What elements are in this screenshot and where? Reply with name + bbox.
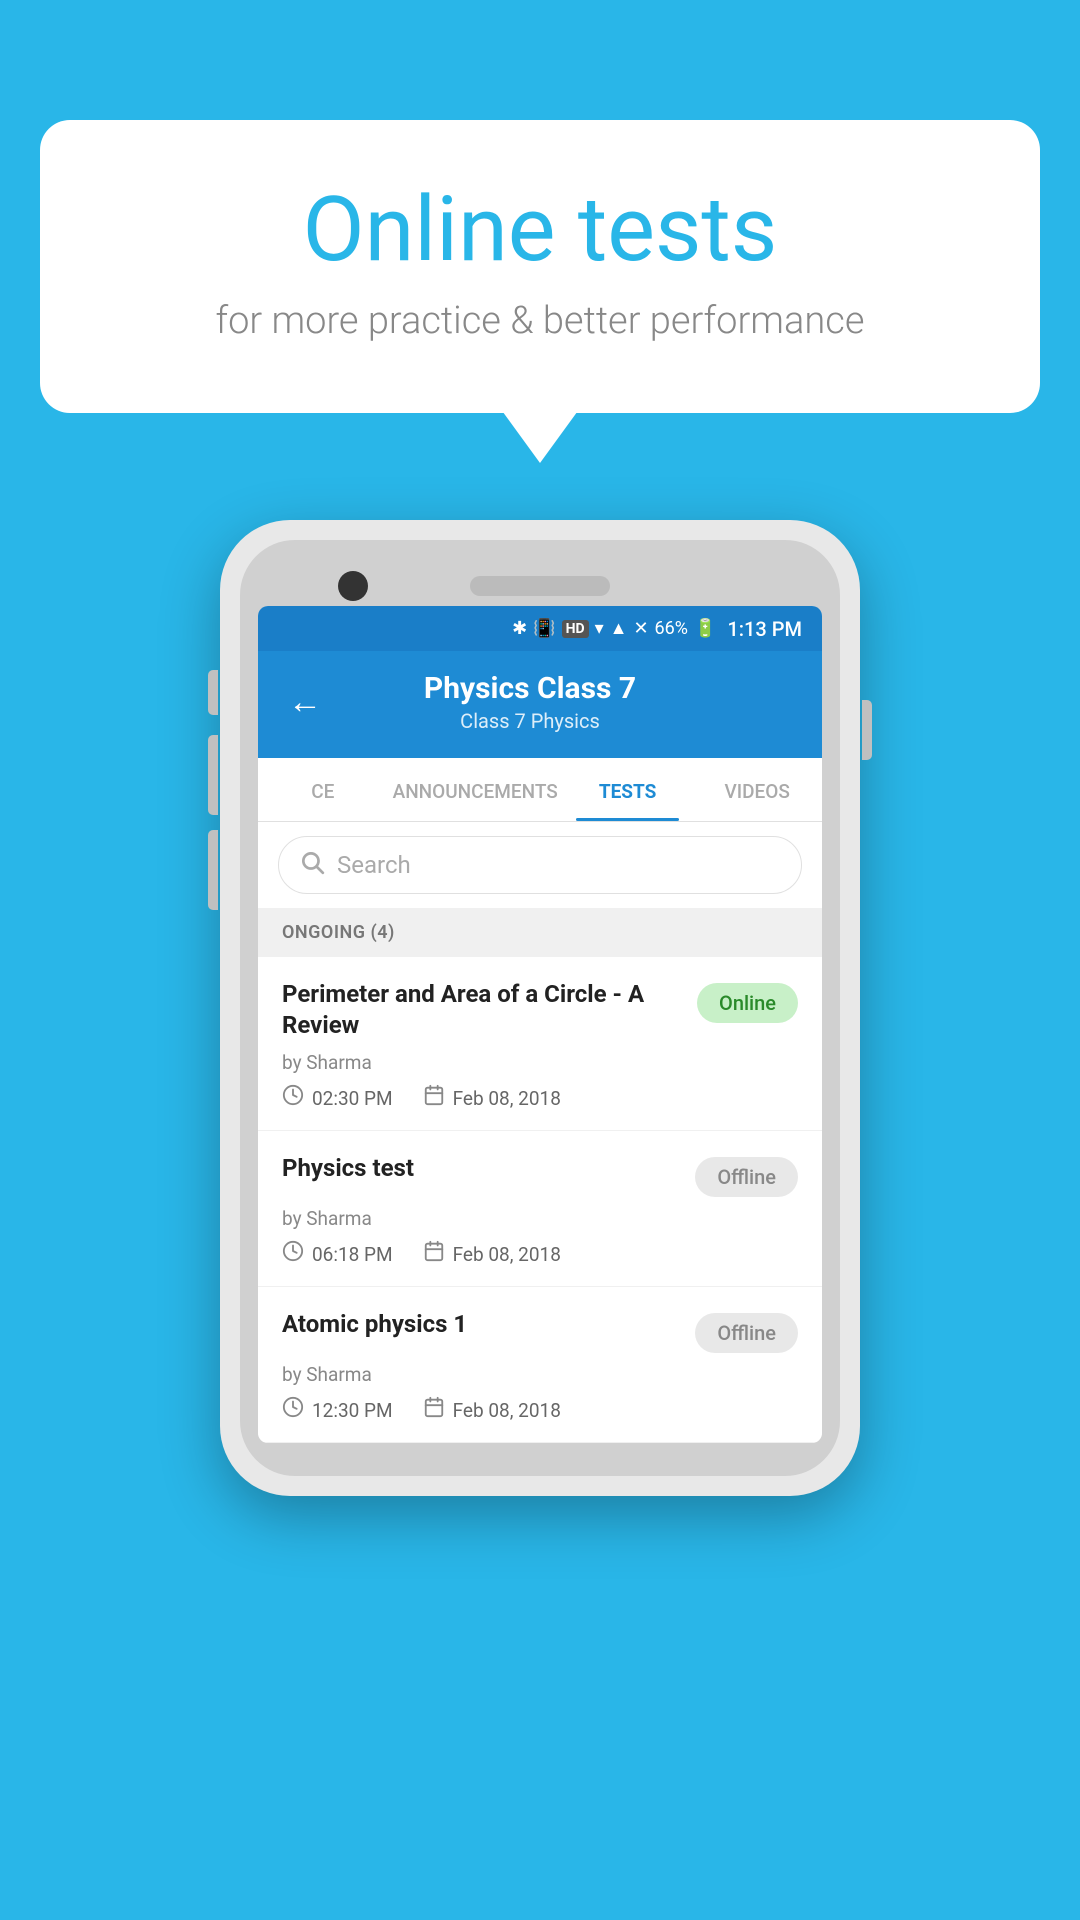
test-date: Feb 08, 2018 [423, 1396, 561, 1424]
test-author: by Sharma [282, 1051, 798, 1074]
phone-screen: ✱ 📳 HD ▾ ▲ ✕ 66% 🔋 1:13 PM ← P [258, 606, 822, 1443]
test-item[interactable]: Physics test Offline by Sharma [258, 1131, 822, 1287]
tab-announcements[interactable]: ANNOUNCEMENTS [388, 758, 563, 821]
clock-icon [282, 1084, 304, 1112]
test-time: 02:30 PM [282, 1084, 393, 1112]
speech-bubble: Online tests for more practice & better … [40, 120, 1040, 413]
bluetooth-icon: ✱ [512, 618, 527, 639]
volume-up-button [208, 735, 218, 815]
hd-icon: HD [562, 620, 589, 638]
test-item-header: Physics test Offline [282, 1153, 798, 1197]
test-time: 06:18 PM [282, 1240, 393, 1268]
test-time: 12:30 PM [282, 1396, 393, 1424]
test-item-header: Atomic physics 1 Offline [282, 1309, 798, 1353]
test-author: by Sharma [282, 1207, 798, 1230]
search-container: Search [258, 822, 822, 908]
bubble-subtitle: for more practice & better performance [120, 299, 960, 343]
search-bar[interactable]: Search [278, 836, 802, 894]
test-list: Perimeter and Area of a Circle - A Revie… [258, 957, 822, 1443]
tab-videos[interactable]: VIDEOS [692, 758, 822, 821]
test-date-value: Feb 08, 2018 [453, 1087, 561, 1110]
status-badge: Online [697, 983, 798, 1023]
test-meta: 02:30 PM [282, 1084, 798, 1112]
tabs-bar: CE ANNOUNCEMENTS TESTS VIDEOS [258, 758, 822, 822]
app-header: ← Physics Class 7 Class 7 Physics [258, 651, 822, 758]
wifi-icon: ▾ [595, 618, 604, 639]
test-title: Physics test [282, 1153, 695, 1184]
test-date-value: Feb 08, 2018 [453, 1399, 561, 1422]
status-badge: Offline [695, 1313, 798, 1353]
test-date: Feb 08, 2018 [423, 1240, 561, 1268]
calendar-icon [423, 1084, 445, 1112]
clock-icon [282, 1240, 304, 1268]
phone-top [258, 558, 822, 606]
test-date-value: Feb 08, 2018 [453, 1243, 561, 1266]
clock-icon [282, 1396, 304, 1424]
battery-percent: 66% [655, 618, 688, 639]
test-meta: 06:18 PM [282, 1240, 798, 1268]
test-time-value: 12:30 PM [312, 1399, 393, 1422]
test-item-header: Perimeter and Area of a Circle - A Revie… [282, 979, 798, 1041]
no-signal-icon: ✕ [633, 618, 648, 639]
test-title: Atomic physics 1 [282, 1309, 695, 1340]
status-time: 1:13 PM [727, 617, 802, 641]
test-title: Perimeter and Area of a Circle - A Revie… [282, 979, 697, 1041]
section-header: ONGOING (4) [258, 908, 822, 957]
back-button[interactable]: ← [288, 682, 322, 722]
tab-tests[interactable]: TESTS [563, 758, 693, 821]
test-date: Feb 08, 2018 [423, 1084, 561, 1112]
test-item[interactable]: Atomic physics 1 Offline by Sharma [258, 1287, 822, 1443]
test-meta: 12:30 PM [282, 1396, 798, 1424]
search-placeholder: Search [337, 851, 411, 879]
speech-bubble-container: Online tests for more practice & better … [40, 120, 1040, 413]
test-item[interactable]: Perimeter and Area of a Circle - A Revie… [258, 957, 822, 1131]
phone-mockup: ✱ 📳 HD ▾ ▲ ✕ 66% 🔋 1:13 PM ← P [220, 520, 860, 1496]
status-bar: ✱ 📳 HD ▾ ▲ ✕ 66% 🔋 1:13 PM [258, 606, 822, 651]
home-button-area [258, 1443, 822, 1458]
search-icon [299, 849, 325, 881]
phone-outer: ✱ 📳 HD ▾ ▲ ✕ 66% 🔋 1:13 PM ← P [220, 520, 860, 1496]
vibrate-icon: 📳 [533, 618, 555, 639]
status-badge: Offline [695, 1157, 798, 1197]
power-button [862, 700, 872, 760]
test-time-value: 02:30 PM [312, 1087, 393, 1110]
page-subtitle: Class 7 Physics [342, 709, 718, 733]
test-author: by Sharma [282, 1363, 798, 1386]
header-title-area: Physics Class 7 Class 7 Physics [342, 671, 718, 733]
calendar-icon [423, 1240, 445, 1268]
status-icons: ✱ 📳 HD ▾ ▲ ✕ 66% 🔋 1:13 PM [512, 617, 802, 641]
signal-icon: ▲ [610, 618, 628, 639]
phone-inner: ✱ 📳 HD ▾ ▲ ✕ 66% 🔋 1:13 PM ← P [240, 540, 840, 1476]
speaker-grille [470, 576, 610, 596]
page-title: Physics Class 7 [342, 671, 718, 706]
mute-button [208, 670, 218, 715]
calendar-icon [423, 1396, 445, 1424]
volume-down-button [208, 830, 218, 910]
camera-icon [338, 571, 368, 601]
tab-ce[interactable]: CE [258, 758, 388, 821]
bubble-title: Online tests [120, 180, 960, 279]
test-time-value: 06:18 PM [312, 1243, 393, 1266]
battery-icon: 🔋 [694, 618, 716, 639]
